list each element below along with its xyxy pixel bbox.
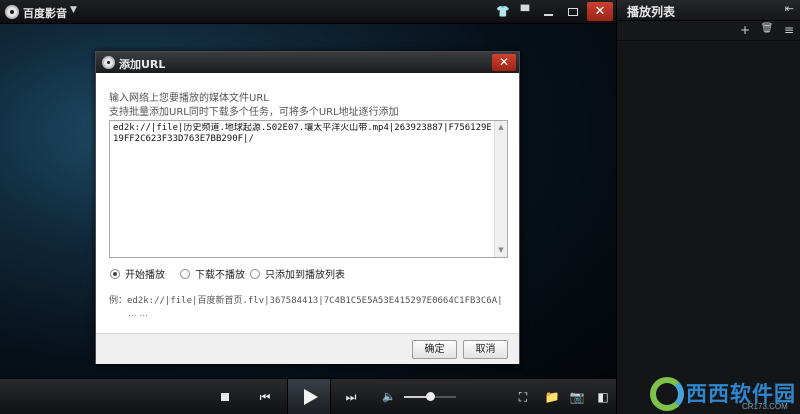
folder-button[interactable]: 📁: [543, 379, 561, 414]
example-text: 例：ed2k://|file|百度新首页.flv|367584413|7C4B1…: [109, 296, 503, 306]
dialog-titlebar[interactable]: 添加URL ✕: [96, 52, 519, 73]
app-title: 百度影音: [23, 7, 67, 20]
stop-button[interactable]: [221, 393, 229, 401]
option-add-to-playlist-label: 只添加到播放列表: [265, 270, 345, 281]
url-textarea[interactable]: ed2k://|file|历史频道.地球起源.S02E07.壤太平洋火山带.mp…: [109, 120, 508, 258]
example-ellipsis: ... ...: [128, 309, 149, 319]
fullscreen-button[interactable]: ⛶: [514, 379, 532, 414]
ok-button[interactable]: 确定: [412, 340, 457, 359]
option-download-only-label: 下载不播放: [195, 270, 245, 281]
radio-download-only[interactable]: [180, 269, 190, 279]
radio-start-play[interactable]: [110, 269, 120, 279]
playlist-header: 播放列表 ⇤: [617, 0, 800, 21]
collapse-icon[interactable]: ⇤: [785, 2, 794, 15]
radio-add-to-playlist[interactable]: [250, 269, 260, 279]
add-icon[interactable]: +: [737, 23, 753, 37]
minimize-button[interactable]: [538, 3, 560, 21]
volume-icon[interactable]: 🔈: [379, 379, 399, 414]
maximize-button[interactable]: [562, 3, 584, 21]
instruction-line-2: 支持批量添加URL同时下载多个任务，可将多个URL地址逐行添加: [109, 107, 399, 118]
menu-arrow-icon[interactable]: ▼: [70, 5, 77, 15]
close-button[interactable]: ✕: [587, 2, 613, 21]
scroll-down-icon[interactable]: ▼: [495, 244, 507, 257]
dialog-close-button[interactable]: ✕: [492, 54, 516, 71]
volume-slider[interactable]: [404, 392, 456, 401]
instruction-line-1: 输入网络上您要播放的媒体文件URL: [109, 93, 269, 104]
control-bar: ⏮ ⏭ 🔈 ⛶ 📁 📷 ◧: [0, 378, 616, 414]
add-url-dialog: 添加URL ✕ 输入网络上您要播放的媒体文件URL 支持批量添加URL同时下载多…: [95, 51, 520, 364]
volume-knob[interactable]: [426, 392, 435, 401]
dialog-footer: 确定 取消: [96, 333, 519, 364]
option-add-to-playlist[interactable]: 只添加到播放列表: [250, 266, 345, 281]
url-scrollbar[interactable]: ▲ ▼: [494, 121, 507, 257]
scroll-up-icon[interactable]: ▲: [495, 121, 507, 134]
playlist-toolbar: + 🗑 ≡: [617, 21, 800, 41]
prev-button[interactable]: ⏮: [255, 379, 275, 414]
playlist-panel: 播放列表 ⇤ + 🗑 ≡: [616, 0, 800, 414]
watermark-logo-icon: [650, 377, 684, 411]
option-start-play[interactable]: 开始播放: [110, 266, 165, 281]
skin-icon[interactable]: 👕: [492, 3, 514, 21]
more-icon[interactable]: ≡: [781, 23, 797, 37]
minimize-icon: [544, 14, 553, 16]
message-icon[interactable]: ▀: [514, 3, 536, 21]
maximize-icon: [568, 8, 578, 16]
app-logo-icon: [5, 5, 19, 19]
url-text[interactable]: ed2k://|file|历史频道.地球起源.S02E07.壤太平洋火山带.mp…: [113, 123, 493, 255]
titlebar[interactable]: 百度影音 ▼ 👕 ▀ ✕: [0, 0, 616, 24]
dialog-title: 添加URL: [119, 58, 166, 71]
panel-toggle-button[interactable]: ◧: [594, 379, 612, 414]
dialog-body: 输入网络上您要播放的媒体文件URL 支持批量添加URL同时下载多个任务，可将多个…: [96, 73, 519, 333]
watermark-sub: CR173.COM: [742, 402, 788, 411]
option-download-only[interactable]: 下载不播放: [180, 266, 245, 281]
option-start-play-label: 开始播放: [125, 270, 165, 281]
next-button[interactable]: ⏭: [341, 379, 361, 414]
playlist-list[interactable]: [617, 42, 800, 414]
delete-icon[interactable]: 🗑: [759, 23, 775, 34]
play-icon: [304, 389, 318, 405]
cancel-button[interactable]: 取消: [463, 340, 508, 359]
dialog-logo-icon: [102, 56, 115, 69]
play-button[interactable]: [287, 379, 331, 414]
playlist-title: 播放列表: [627, 5, 676, 19]
screenshot-button[interactable]: 📷: [568, 379, 586, 414]
